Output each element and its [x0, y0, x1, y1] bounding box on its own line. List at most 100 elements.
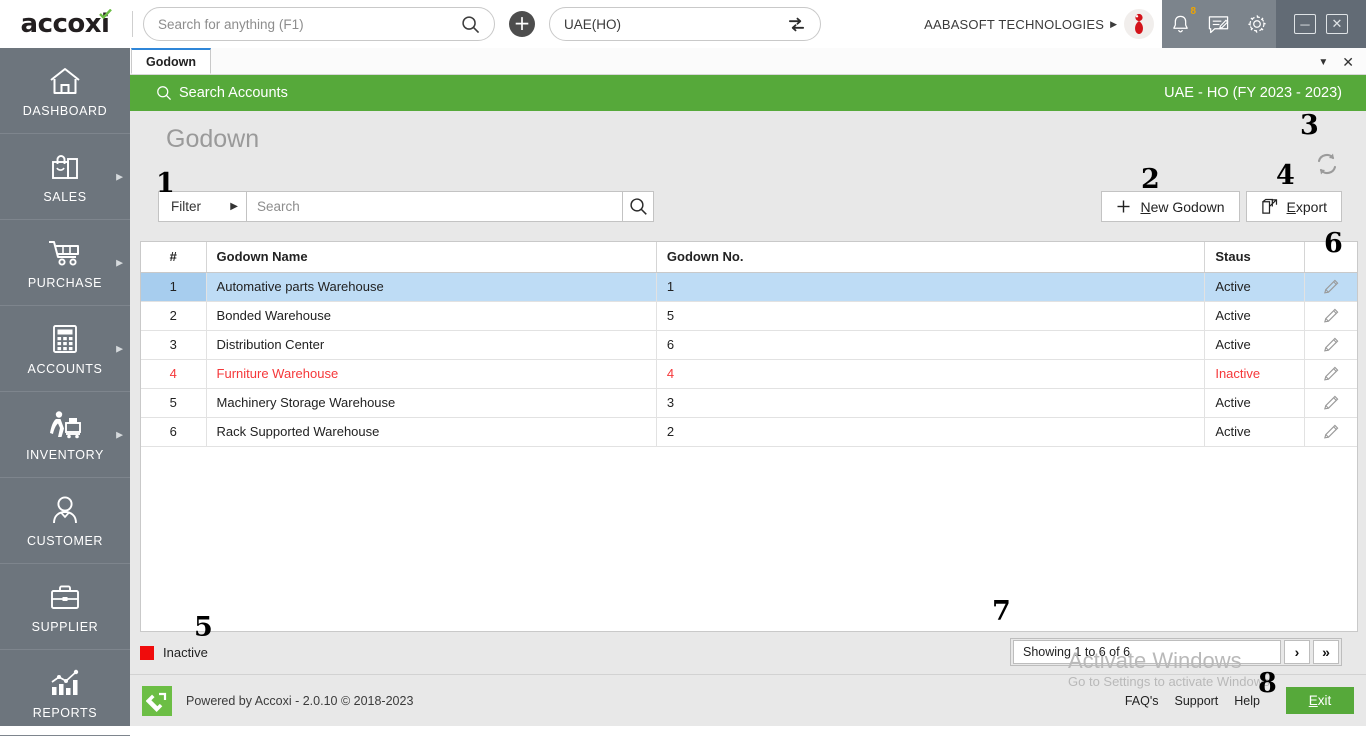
chevron-right-icon: ▶ — [1110, 19, 1117, 30]
refresh-button[interactable] — [1312, 149, 1342, 184]
search-input[interactable] — [158, 17, 461, 32]
footer-link-faqs[interactable]: FAQ's — [1125, 694, 1159, 708]
col-header-name[interactable]: Godown Name — [206, 242, 656, 272]
add-new-button[interactable]: + — [509, 11, 535, 37]
cell-num: 4 — [141, 359, 206, 388]
export-icon — [1261, 198, 1278, 215]
person-icon — [50, 494, 80, 528]
messages-button[interactable] — [1207, 14, 1230, 35]
sidebar-item-customer[interactable]: CUSTOMER — [0, 478, 130, 564]
list-search-button[interactable] — [622, 192, 653, 221]
cell-status: Inactive — [1205, 359, 1305, 388]
cell-no: 3 — [656, 388, 1204, 417]
search-icon[interactable] — [629, 197, 648, 216]
gear-icon[interactable] — [1246, 13, 1268, 35]
toolbar-buttons: New Godown Export — [1101, 191, 1342, 222]
edit-pencil-icon[interactable] — [1322, 306, 1341, 325]
col-header-status[interactable]: Staus — [1205, 242, 1305, 272]
table-row[interactable]: 6Rack Supported Warehouse2Active — [141, 417, 1357, 446]
cell-edit[interactable] — [1305, 330, 1357, 359]
cell-name: Distribution Center — [206, 330, 656, 359]
filter-search-box: Filter ▶ — [158, 191, 654, 222]
cell-num: 3 — [141, 330, 206, 359]
new-godown-label: New Godown — [1140, 199, 1224, 215]
sidebar-item-accounts[interactable]: ACCOUNTS ▶ — [0, 306, 130, 392]
list-search-input[interactable] — [247, 199, 622, 214]
filter-dropdown[interactable]: Filter ▶ — [159, 192, 247, 221]
cell-edit[interactable] — [1305, 417, 1357, 446]
table-row[interactable]: 4Furniture Warehouse4Inactive — [141, 359, 1357, 388]
sidebar: DASHBOARD SALES ▶ PURCHASE ▶ — [0, 48, 130, 726]
tab-strip: Godown ▼ ✕ — [130, 48, 1366, 75]
minimize-button[interactable]: ─ — [1294, 14, 1316, 34]
filter-label: Filter — [171, 199, 201, 214]
legend-label-inactive: Inactive — [163, 645, 208, 660]
sidebar-item-label: ACCOUNTS — [28, 362, 103, 376]
col-header-no[interactable]: Godown No. — [656, 242, 1204, 272]
sidebar-item-reports[interactable]: REPORTS — [0, 650, 130, 736]
cell-num: 5 — [141, 388, 206, 417]
cell-no: 5 — [656, 301, 1204, 330]
edit-pencil-icon[interactable] — [1322, 364, 1341, 383]
sidebar-item-inventory[interactable]: INVENTORY ▶ — [0, 392, 130, 478]
switch-branch-icon[interactable] — [787, 15, 806, 34]
edit-pencil-icon[interactable] — [1322, 393, 1341, 412]
cell-edit[interactable] — [1305, 359, 1357, 388]
table-header-row: # Godown Name Godown No. Staus — [141, 242, 1357, 272]
table-row[interactable]: 1Automative parts Warehouse1Active — [141, 272, 1357, 301]
last-page-button[interactable]: » — [1313, 640, 1339, 664]
shopping-cart-icon — [47, 236, 83, 270]
window-controls: ─ ✕ — [1276, 0, 1366, 48]
sidebar-item-sales[interactable]: SALES ▶ — [0, 134, 130, 220]
edit-pencil-icon[interactable] — [1322, 335, 1341, 354]
refresh-icon[interactable] — [1312, 149, 1342, 179]
bell-icon[interactable] — [1170, 13, 1191, 35]
avatar[interactable] — [1124, 9, 1154, 39]
tab-label: Godown — [146, 55, 196, 69]
cell-edit[interactable] — [1305, 388, 1357, 417]
edit-pencil-icon[interactable] — [1322, 422, 1341, 441]
sidebar-item-dashboard[interactable]: DASHBOARD — [0, 48, 130, 134]
table-row[interactable]: 5Machinery Storage Warehouse3Active — [141, 388, 1357, 417]
tab-godown[interactable]: Godown — [131, 48, 211, 74]
table-row[interactable]: 3Distribution Center6Active — [141, 330, 1357, 359]
global-search[interactable] — [143, 7, 495, 41]
search-icon[interactable] — [461, 15, 480, 34]
new-godown-button[interactable]: New Godown — [1101, 191, 1239, 222]
company-name: AABASOFT TECHNOLOGIES — [924, 17, 1104, 32]
message-edit-icon[interactable] — [1207, 14, 1230, 35]
cell-num: 6 — [141, 417, 206, 446]
cell-num: 2 — [141, 301, 206, 330]
footer-links: FAQ's Support Help Exit — [1125, 687, 1366, 714]
sidebar-item-supplier[interactable]: SUPPLIER — [0, 564, 130, 650]
legend-swatch-inactive — [140, 646, 154, 660]
cell-edit[interactable] — [1305, 301, 1357, 330]
content-area: Godown ▼ ✕ Search Accounts UAE - HO (FY … — [130, 48, 1366, 726]
cell-status: Active — [1205, 330, 1305, 359]
calculator-icon — [51, 322, 79, 356]
export-button[interactable]: Export — [1246, 191, 1342, 222]
export-label: Export — [1287, 199, 1327, 215]
tab-list-dropdown-icon[interactable]: ▼ — [1318, 57, 1328, 68]
cell-edit[interactable] — [1305, 272, 1357, 301]
search-icon[interactable] — [156, 85, 172, 101]
col-header-num[interactable]: # — [141, 242, 206, 272]
company-menu[interactable]: AABASOFT TECHNOLOGIES ▶ — [924, 0, 1162, 48]
close-button[interactable]: ✕ — [1326, 14, 1348, 34]
footer-link-help[interactable]: Help — [1234, 694, 1260, 708]
fiscal-context-label: UAE - HO (FY 2023 - 2023) — [1164, 85, 1342, 101]
settings-button[interactable] — [1246, 13, 1268, 35]
cell-name: Furniture Warehouse — [206, 359, 656, 388]
sidebar-item-purchase[interactable]: PURCHASE ▶ — [0, 220, 130, 306]
notifications-button[interactable]: 8 — [1170, 13, 1191, 35]
tab-close-icon[interactable]: ✕ — [1342, 54, 1354, 71]
next-page-button[interactable]: › — [1284, 640, 1310, 664]
exit-button[interactable]: Exit — [1286, 687, 1354, 714]
table-row[interactable]: 2Bonded Warehouse5Active — [141, 301, 1357, 330]
branch-selector[interactable]: UAE(HO) — [549, 7, 821, 41]
search-accounts-button[interactable]: Search Accounts — [156, 85, 288, 101]
page-title: Godown — [130, 111, 1366, 154]
footer-link-support[interactable]: Support — [1175, 694, 1219, 708]
cell-name: Automative parts Warehouse — [206, 272, 656, 301]
edit-pencil-icon[interactable] — [1322, 277, 1341, 296]
